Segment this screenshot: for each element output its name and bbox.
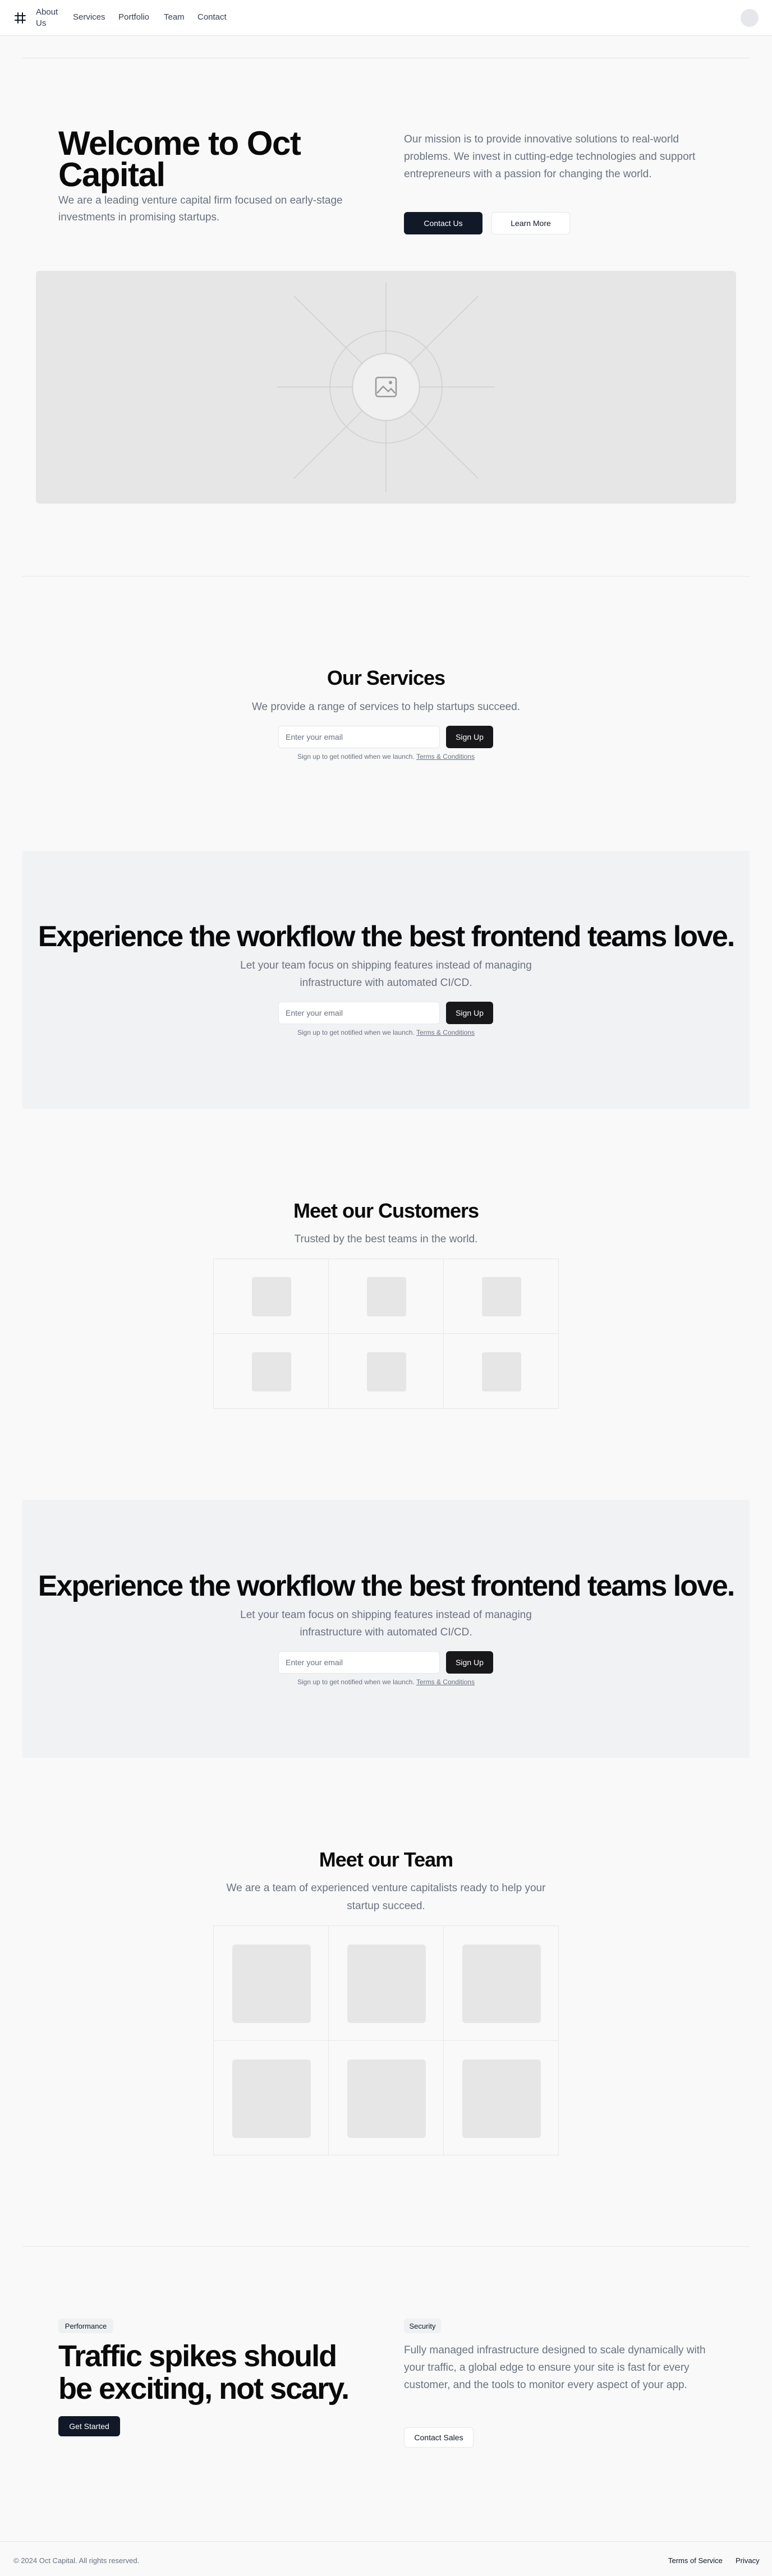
nav-link-contact[interactable]: Contact bbox=[197, 12, 227, 22]
team-grid bbox=[213, 1925, 559, 2155]
email-field[interactable] bbox=[278, 1002, 440, 1024]
get-started-button[interactable]: Get Started bbox=[58, 2416, 120, 2436]
sign-up-button[interactable]: Sign Up bbox=[446, 1651, 493, 1674]
logo-cell bbox=[444, 1259, 558, 1334]
terms-link[interactable]: Terms & Conditions bbox=[416, 753, 475, 761]
divider bbox=[22, 2246, 750, 2247]
nav-link-portfolio[interactable]: Portfolio bbox=[118, 12, 149, 22]
logo-cell bbox=[214, 1334, 329, 1408]
team-title: Meet our Team bbox=[319, 1848, 453, 1871]
team-subtitle: We are a team of experienced venture cap… bbox=[226, 1882, 546, 1912]
hero-title: Welcome to Oct Capital bbox=[58, 125, 301, 193]
copyright: © 2024 Oct Capital. All rights reserved. bbox=[13, 2556, 140, 2565]
contact-sales-button[interactable]: Contact Sales bbox=[404, 2427, 474, 2448]
team-photo bbox=[462, 2059, 541, 2138]
top-nav: About Us Services Portfolio Team Contact bbox=[0, 0, 772, 36]
services-subtitle: We provide a range of services to help s… bbox=[251, 701, 521, 713]
mission-text: Our mission is to provide innovative sol… bbox=[404, 133, 696, 180]
sign-up-button[interactable]: Sign Up bbox=[446, 726, 493, 748]
terms-of-service-link[interactable]: Terms of Service bbox=[668, 2556, 723, 2565]
signup-note-text: Sign up to get notified when we launch. bbox=[297, 753, 415, 761]
performance-badge: Performance bbox=[58, 2319, 113, 2333]
team-photo bbox=[232, 2059, 311, 2138]
email-input[interactable] bbox=[286, 1008, 439, 1017]
nav-link-services[interactable]: Services bbox=[73, 12, 105, 22]
learn-more-button[interactable]: Learn More bbox=[491, 212, 570, 234]
customers-title: Meet our Customers bbox=[293, 1199, 479, 1222]
terms-link[interactable]: Terms & Conditions bbox=[416, 1678, 475, 1686]
customer-logo bbox=[252, 1352, 291, 1391]
email-field[interactable] bbox=[278, 726, 440, 748]
team-cell bbox=[444, 1926, 558, 2041]
terms-link[interactable]: Terms & Conditions bbox=[416, 1029, 475, 1036]
signup-note: Sign up to get notified when we launch. … bbox=[0, 753, 772, 761]
hero-subtitle: We are a leading venture capital firm fo… bbox=[58, 195, 343, 223]
signup-note: Sign up to get notified when we launch. … bbox=[0, 1678, 772, 1686]
logo-cell bbox=[329, 1334, 444, 1408]
team-cell bbox=[329, 2041, 444, 2155]
customer-logo bbox=[252, 1277, 291, 1316]
customer-logo bbox=[367, 1352, 406, 1391]
team-photo bbox=[462, 1944, 541, 2023]
customer-logo bbox=[482, 1352, 521, 1391]
customer-logo bbox=[482, 1277, 521, 1316]
team-photo bbox=[347, 1944, 426, 2023]
avatar[interactable] bbox=[741, 9, 759, 27]
sign-up-button[interactable]: Sign Up bbox=[446, 1002, 493, 1024]
footer: © 2024 Oct Capital. All rights reserved.… bbox=[0, 2541, 772, 2576]
signup-note-text: Sign up to get notified when we launch. bbox=[297, 1678, 415, 1686]
team-cell bbox=[444, 2041, 558, 2155]
team-cell bbox=[214, 2041, 329, 2155]
customers-subtitle: Trusted by the best teams in the world. bbox=[294, 1233, 478, 1245]
signup-note-text: Sign up to get notified when we launch. bbox=[297, 1029, 415, 1036]
signup-note: Sign up to get notified when we launch. … bbox=[0, 1029, 772, 1036]
hero-image-placeholder bbox=[36, 271, 736, 504]
logo-cell bbox=[329, 1259, 444, 1334]
performance-title: Traffic spikes should be exciting, not s… bbox=[58, 2339, 350, 2406]
customer-logo-grid bbox=[213, 1259, 559, 1409]
contact-us-button[interactable]: Contact Us bbox=[404, 212, 482, 234]
logo-icon[interactable] bbox=[13, 11, 27, 25]
email-field[interactable] bbox=[278, 1651, 440, 1674]
cta-title: Experience the workflow the best fronten… bbox=[38, 1570, 736, 1602]
cta-subtitle: Let your team focus on shipping features… bbox=[240, 960, 532, 989]
nav-link-team[interactable]: Team bbox=[164, 12, 185, 22]
security-badge: Security bbox=[404, 2319, 441, 2333]
performance-description: Fully managed infrastructure designed to… bbox=[404, 2344, 706, 2391]
divider bbox=[22, 576, 750, 577]
team-cell bbox=[214, 1926, 329, 2041]
logo-cell bbox=[444, 1334, 558, 1408]
image-icon bbox=[375, 376, 397, 398]
privacy-link[interactable]: Privacy bbox=[736, 2556, 760, 2565]
logo-cell bbox=[214, 1259, 329, 1334]
customer-logo bbox=[367, 1277, 406, 1316]
services-title: Our Services bbox=[327, 666, 445, 689]
email-input[interactable] bbox=[286, 732, 439, 741]
team-photo bbox=[347, 2059, 426, 2138]
cta-subtitle: Let your team focus on shipping features… bbox=[240, 1609, 532, 1638]
email-input[interactable] bbox=[286, 1658, 439, 1667]
nav-link-about[interactable]: About Us bbox=[36, 7, 67, 29]
team-photo bbox=[232, 1944, 311, 2023]
cta-title: Experience the workflow the best fronten… bbox=[38, 920, 736, 953]
team-cell bbox=[329, 1926, 444, 2041]
